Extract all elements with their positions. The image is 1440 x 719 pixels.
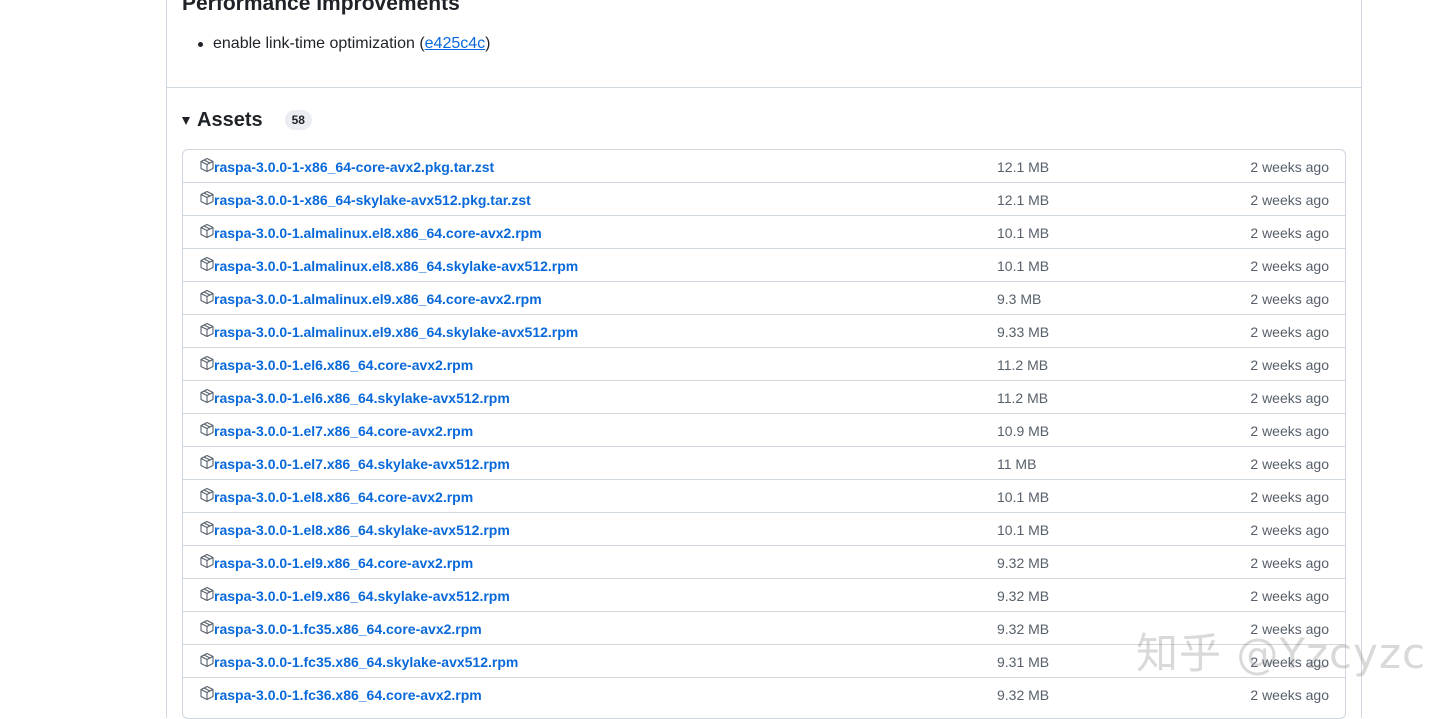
asset-download-link[interactable]: raspa-3.0.0-1.el9.x86_64.skylake-avx512.… <box>214 587 510 605</box>
asset-download-link[interactable]: raspa-3.0.0-1.el6.x86_64.core-avx2.rpm <box>214 356 473 374</box>
asset-size: 10.1 MB <box>997 225 1050 241</box>
asset-size: 9.33 MB <box>997 324 1050 340</box>
package-icon <box>199 289 215 305</box>
asset-row: raspa-3.0.0-1-x86_64-core-avx2.pkg.tar.z… <box>183 150 1345 182</box>
asset-date: 2 weeks ago <box>1250 456 1329 472</box>
asset-date: 2 weeks ago <box>1250 390 1329 406</box>
asset-date: 2 weeks ago <box>1250 324 1329 340</box>
asset-size: 9.32 MB <box>997 621 1050 637</box>
asset-size: 10.1 MB <box>997 489 1050 505</box>
package-icon <box>199 454 215 470</box>
package-icon <box>199 586 215 602</box>
asset-size: 9.3 MB <box>997 291 1042 307</box>
package-icon <box>199 487 215 503</box>
asset-download-link[interactable]: raspa-3.0.0-1.el7.x86_64.core-avx2.rpm <box>214 422 473 440</box>
assets-list: raspa-3.0.0-1-x86_64-core-avx2.pkg.tar.z… <box>182 149 1346 719</box>
bullet-close: ) <box>485 35 491 52</box>
asset-download-link[interactable]: raspa-3.0.0-1.almalinux.el9.x86_64.core-… <box>214 290 542 308</box>
asset-download-link[interactable]: raspa-3.0.0-1.el8.x86_64.skylake-avx512.… <box>214 521 510 539</box>
bullet-dot <box>198 42 203 47</box>
asset-download-link[interactable]: raspa-3.0.0-1.el7.x86_64.skylake-avx512.… <box>214 455 510 473</box>
asset-date: 2 weeks ago <box>1250 588 1329 604</box>
asset-size: 9.32 MB <box>997 687 1050 703</box>
asset-row: raspa-3.0.0-1.el6.x86_64.core-avx2.rpm 11… <box>183 347 1345 380</box>
assets-toggle[interactable]: Assets 58 <box>182 106 312 134</box>
commit-link[interactable]: e425c4c <box>425 35 486 52</box>
asset-row: raspa-3.0.0-1.el9.x86_64.skylake-avx512.… <box>183 578 1345 611</box>
asset-date: 2 weeks ago <box>1250 357 1329 373</box>
asset-row: raspa-3.0.0-1.almalinux.el9.x86_64.skyla… <box>183 314 1345 347</box>
asset-row: raspa-3.0.0-1.almalinux.el8.x86_64.core-… <box>183 215 1345 248</box>
asset-download-link[interactable]: raspa-3.0.0-1.almalinux.el9.x86_64.skyla… <box>214 323 578 341</box>
asset-size: 9.32 MB <box>997 588 1050 604</box>
package-icon <box>199 685 215 701</box>
asset-date: 2 weeks ago <box>1250 159 1329 175</box>
triangle-down-icon <box>182 117 190 125</box>
package-icon <box>199 157 215 173</box>
asset-date: 2 weeks ago <box>1250 423 1329 439</box>
assets-title: Assets <box>197 108 263 131</box>
package-icon <box>199 619 215 635</box>
asset-row: raspa-3.0.0-1.fc35.x86_64.core-avx2.rpm 9… <box>183 611 1345 644</box>
asset-download-link[interactable]: raspa-3.0.0-1.fc35.x86_64.skylake-avx512… <box>214 653 518 671</box>
asset-download-link[interactable]: raspa-3.0.0-1-x86_64-skylake-avx512.pkg.… <box>214 191 531 209</box>
asset-download-link[interactable]: raspa-3.0.0-1-x86_64-core-avx2.pkg.tar.z… <box>214 158 494 176</box>
package-icon <box>199 256 215 272</box>
section-divider <box>166 87 1362 88</box>
section-title: Performance Improvements <box>182 0 460 15</box>
asset-download-link[interactable]: raspa-3.0.0-1.almalinux.el8.x86_64.skyla… <box>214 257 578 275</box>
asset-row: raspa-3.0.0-1.el7.x86_64.skylake-avx512.… <box>183 446 1345 479</box>
asset-date: 2 weeks ago <box>1250 654 1329 670</box>
package-icon <box>199 652 215 668</box>
asset-size: 10.9 MB <box>997 423 1050 439</box>
asset-row: raspa-3.0.0-1.almalinux.el9.x86_64.core-… <box>183 281 1345 314</box>
asset-date: 2 weeks ago <box>1250 225 1329 241</box>
asset-size: 11 MB <box>997 456 1037 472</box>
bullet-text: enable link-time optimization ( <box>213 35 425 52</box>
package-icon <box>199 421 215 437</box>
assets-count-badge: 58 <box>284 110 312 130</box>
asset-row: raspa-3.0.0-1-x86_64-skylake-avx512.pkg.… <box>183 182 1345 215</box>
asset-size: 9.31 MB <box>997 654 1050 670</box>
asset-date: 2 weeks ago <box>1250 291 1329 307</box>
asset-size: 10.1 MB <box>997 258 1050 274</box>
asset-size: 11.2 MB <box>997 390 1049 406</box>
package-icon <box>199 190 215 206</box>
asset-row: raspa-3.0.0-1.fc35.x86_64.skylake-avx512… <box>183 644 1345 677</box>
package-icon <box>199 388 215 404</box>
package-icon <box>199 322 215 338</box>
asset-download-link[interactable]: raspa-3.0.0-1.fc36.x86_64.core-avx2.rpm <box>214 686 482 704</box>
asset-date: 2 weeks ago <box>1250 489 1329 505</box>
package-icon <box>199 520 215 536</box>
asset-row: raspa-3.0.0-1.almalinux.el8.x86_64.skyla… <box>183 248 1345 281</box>
package-icon <box>199 553 215 569</box>
asset-download-link[interactable]: raspa-3.0.0-1.fc35.x86_64.core-avx2.rpm <box>214 620 482 638</box>
asset-row: raspa-3.0.0-1.el8.x86_64.core-avx2.rpm 10… <box>183 479 1345 512</box>
asset-size: 12.1 MB <box>997 192 1050 208</box>
bullet-list: enable link-time optimization (e425c4c) <box>198 33 491 55</box>
asset-date: 2 weeks ago <box>1250 621 1329 637</box>
asset-row: raspa-3.0.0-1.el9.x86_64.core-avx2.rpm 9.… <box>183 545 1345 578</box>
asset-size: 11.2 MB <box>997 357 1049 373</box>
package-icon <box>199 355 215 371</box>
asset-row: raspa-3.0.0-1.fc36.x86_64.core-avx2.rpm 9… <box>183 677 1345 710</box>
asset-download-link[interactable]: raspa-3.0.0-1.almalinux.el8.x86_64.core-… <box>214 224 542 242</box>
asset-date: 2 weeks ago <box>1250 522 1329 538</box>
asset-download-link[interactable]: raspa-3.0.0-1.el6.x86_64.skylake-avx512.… <box>214 389 510 407</box>
asset-download-link[interactable]: raspa-3.0.0-1.el9.x86_64.core-avx2.rpm <box>214 554 473 572</box>
asset-date: 2 weeks ago <box>1250 555 1329 571</box>
asset-row: raspa-3.0.0-1.el8.x86_64.skylake-avx512.… <box>183 512 1345 545</box>
asset-size: 9.32 MB <box>997 555 1050 571</box>
asset-date: 2 weeks ago <box>1250 687 1329 703</box>
asset-row: raspa-3.0.0-1.el7.x86_64.core-avx2.rpm 10… <box>183 413 1345 446</box>
asset-row: raspa-3.0.0-1.el6.x86_64.skylake-avx512.… <box>183 380 1345 413</box>
asset-size: 12.1 MB <box>997 159 1050 175</box>
asset-size: 10.1 MB <box>997 522 1050 538</box>
package-icon <box>199 223 215 239</box>
asset-date: 2 weeks ago <box>1250 192 1329 208</box>
asset-download-link[interactable]: raspa-3.0.0-1.el8.x86_64.core-avx2.rpm <box>214 488 473 506</box>
asset-date: 2 weeks ago <box>1250 258 1329 274</box>
